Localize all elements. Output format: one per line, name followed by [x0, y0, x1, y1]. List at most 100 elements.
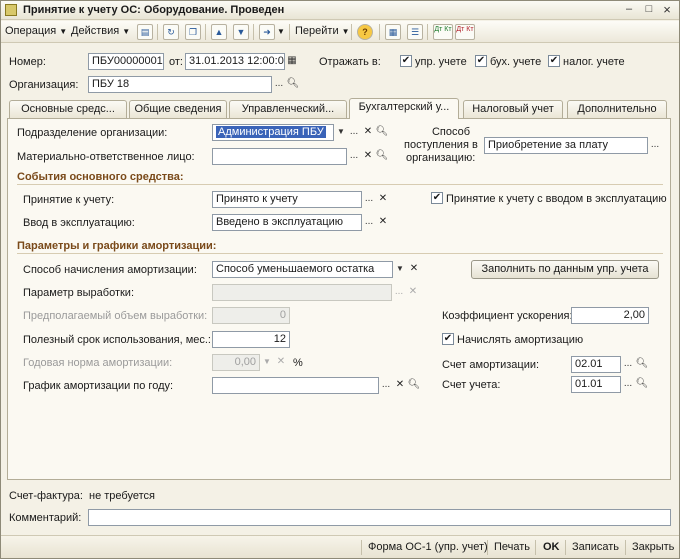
- ellipsis-button[interactable]: ...: [379, 377, 393, 394]
- method-label: Способ начисления амортизации:: [23, 264, 197, 276]
- ellipsis-button: ...: [394, 286, 404, 297]
- reflect-acc-checkbox[interactable]: ✔: [475, 55, 487, 67]
- new-document-icon[interactable]: ▤: [137, 24, 153, 40]
- ellipsis-button[interactable]: ...: [362, 191, 376, 208]
- search-icon[interactable]: 🔍︎: [375, 124, 389, 141]
- goto-menu-label: Перейти: [295, 25, 339, 37]
- amortization-method-select[interactable]: Способ уменьшаемого остатка: [212, 261, 393, 278]
- reflect-tax-checkbox[interactable]: ✔: [548, 55, 560, 67]
- post-document-icon[interactable]: ▲: [211, 24, 227, 40]
- print-button[interactable]: Печать: [494, 541, 530, 553]
- output-param-label: Параметр выработки:: [23, 287, 134, 299]
- search-icon[interactable]: 🔍︎: [635, 376, 649, 393]
- amort-account-field[interactable]: 02.01: [571, 356, 621, 373]
- clear-icon[interactable]: ✕: [376, 191, 390, 208]
- ok-button[interactable]: OK: [543, 541, 560, 553]
- organization-field[interactable]: ПБУ 18: [88, 76, 272, 93]
- amortization-section-title: Параметры и графики амортизации:: [17, 240, 217, 252]
- receipt-method-field[interactable]: Приобретение за плату: [484, 137, 648, 154]
- clear-icon[interactable]: ✕: [393, 377, 407, 394]
- search-icon[interactable]: 🔍︎: [286, 76, 300, 93]
- ellipsis-button[interactable]: ...: [347, 124, 361, 141]
- search-icon[interactable]: 🔍︎: [407, 377, 421, 394]
- goto-menu[interactable]: Перейти ▼: [295, 25, 350, 37]
- tab-fixed-assets[interactable]: Основные средс...: [9, 100, 127, 118]
- expected-output-field: 0: [212, 307, 290, 324]
- clear-icon: ✕: [408, 286, 418, 297]
- clear-icon[interactable]: ✕: [376, 214, 390, 231]
- tab-tax[interactable]: Налоговый учет: [463, 100, 563, 118]
- tab-general[interactable]: Общие сведения: [129, 100, 227, 118]
- useful-life-field[interactable]: 12: [212, 331, 290, 348]
- tab-additional[interactable]: Дополнительно: [567, 100, 667, 118]
- amortization-schedule-field[interactable]: [212, 377, 379, 394]
- tab-management[interactable]: Управленческий...: [229, 100, 347, 118]
- toolbar-separator: [427, 24, 428, 40]
- clear-icon[interactable]: ✕: [361, 148, 375, 165]
- ellipsis-button[interactable]: ...: [272, 76, 286, 93]
- ellipsis-button[interactable]: ...: [362, 214, 376, 231]
- date-from-label: от:: [169, 56, 183, 68]
- comment-label: Комментарий:: [9, 512, 82, 524]
- refresh-icon[interactable]: ↻: [163, 24, 179, 40]
- number-field[interactable]: ПБУ00000001: [88, 53, 164, 70]
- dt-kt-icon[interactable]: Дт Кт: [433, 24, 453, 40]
- reflect-mgmt-checkbox[interactable]: ✔: [400, 55, 412, 67]
- accept-event-field[interactable]: Принято к учету: [212, 191, 362, 208]
- commission-event-field[interactable]: Введено в эксплуатацию: [212, 214, 362, 231]
- close-button[interactable]: Закрыть: [632, 541, 674, 553]
- structure-icon[interactable]: ☰: [407, 24, 423, 40]
- reflect-tax-label: налог. учете: [563, 56, 625, 68]
- chevron-down-icon[interactable]: ▼: [277, 27, 285, 36]
- chevron-down-icon: ▼: [122, 27, 131, 36]
- chevron-down-icon[interactable]: ▼: [334, 124, 348, 141]
- fill-from-management-button[interactable]: Заполнить по данным упр. учета: [471, 260, 659, 279]
- receipt-method-label-2: поступления в: [404, 139, 478, 151]
- search-icon[interactable]: 🔍︎: [635, 356, 649, 373]
- clear-icon[interactable]: ✕: [361, 124, 375, 141]
- based-on-icon[interactable]: ➜: [259, 24, 275, 40]
- table-icon[interactable]: ▦: [385, 24, 401, 40]
- footer-separator: [361, 540, 362, 555]
- unpost-document-icon[interactable]: ▼: [233, 24, 249, 40]
- clear-icon: ✕: [276, 356, 286, 367]
- schedule-label: График амортизации по году:: [23, 380, 174, 392]
- account-field[interactable]: 01.01: [571, 376, 621, 393]
- save-button[interactable]: Записать: [572, 541, 619, 553]
- toolbar-separator: [289, 24, 290, 40]
- operation-menu[interactable]: Операция ▼: [5, 25, 67, 37]
- dt-kt-report-icon[interactable]: Дт Кт: [455, 24, 475, 40]
- form-os1-button[interactable]: Форма ОС-1 (упр. учет): [368, 541, 488, 553]
- reflect-mgmt-label: упр. учете: [415, 56, 467, 68]
- search-icon[interactable]: 🔍︎: [375, 148, 389, 165]
- toolbar-separator: [379, 24, 380, 40]
- ellipsis-button[interactable]: ...: [621, 376, 635, 393]
- copy-icon[interactable]: ❐: [185, 24, 201, 40]
- tab-accounting[interactable]: Бухгалтерский у...: [349, 98, 459, 119]
- chevron-down-icon[interactable]: ▼: [393, 261, 407, 278]
- responsible-person-field[interactable]: [212, 148, 347, 165]
- accept-with-commission-checkbox[interactable]: ✔: [431, 192, 443, 204]
- accrue-amortization-label: Начислять амортизацию: [457, 334, 584, 346]
- chevron-down-icon: ▼: [341, 27, 350, 36]
- close-window-button[interactable]: ×: [659, 3, 675, 17]
- department-field[interactable]: Администрация ПБУ: [212, 124, 334, 141]
- ellipsis-button[interactable]: ...: [347, 148, 361, 165]
- accept-label: Принятие к учету:: [23, 194, 115, 206]
- receipt-method-label-1: Способ: [431, 126, 471, 138]
- accrue-amortization-checkbox[interactable]: ✔: [442, 333, 454, 345]
- section-divider: [17, 253, 663, 254]
- maximize-button[interactable]: □: [641, 3, 657, 17]
- accel-coef-field[interactable]: 2,00: [571, 307, 649, 324]
- help-icon[interactable]: ?: [357, 24, 373, 40]
- dept-label: Подразделение организации:: [17, 127, 168, 139]
- toolbar-separator: [157, 24, 158, 40]
- date-field[interactable]: 31.01.2013 12:00:00: [185, 53, 285, 70]
- ellipsis-button[interactable]: ...: [621, 356, 635, 373]
- clear-icon[interactable]: ✕: [407, 261, 421, 278]
- calendar-icon[interactable]: ▦: [285, 53, 299, 70]
- ellipsis-button[interactable]: ...: [648, 137, 662, 154]
- minimize-button[interactable]: –: [621, 3, 637, 17]
- actions-menu[interactable]: Действия ▼: [71, 25, 130, 37]
- comment-field[interactable]: [88, 509, 671, 526]
